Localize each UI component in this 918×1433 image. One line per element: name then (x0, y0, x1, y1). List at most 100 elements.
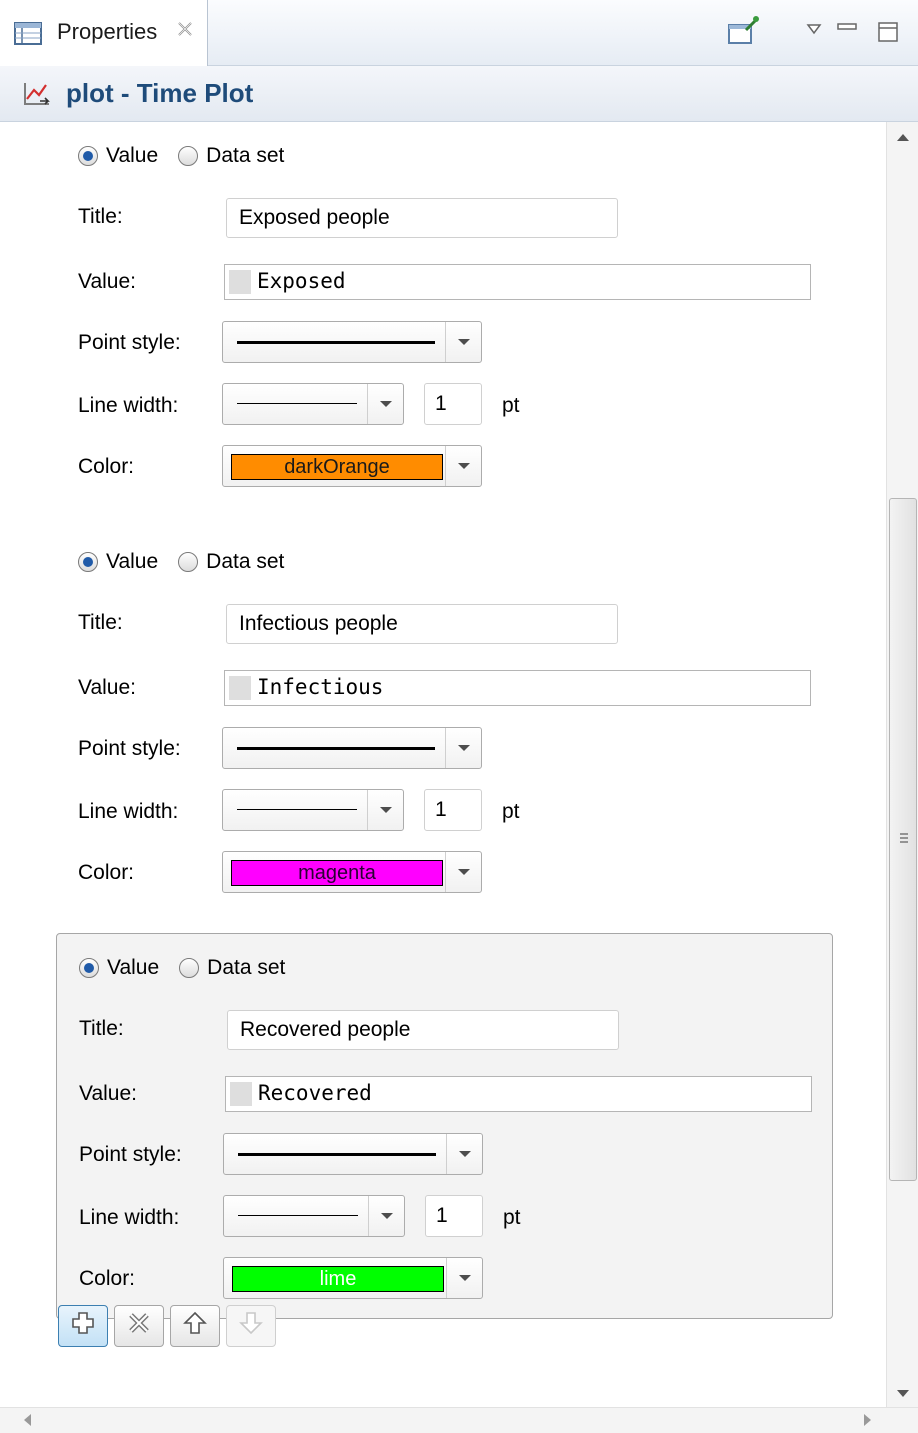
line-width-label: Line width: (78, 800, 179, 823)
line-width-dropdown[interactable] (223, 1195, 405, 1237)
dataset-radio[interactable] (178, 146, 199, 166)
series-item: Value Data set Title: Infectious people … (0, 528, 886, 908)
horizontal-scrollbar[interactable] (0, 1407, 918, 1433)
point-style-label: Point style: (79, 1143, 182, 1166)
dataset-radio-label: Data set (207, 956, 286, 979)
value-label: Value: (78, 676, 136, 699)
chevron-down-icon (445, 322, 481, 362)
chevron-down-icon (445, 446, 481, 486)
line-width-dropdown[interactable] (222, 383, 404, 425)
value-type-indicator (229, 270, 251, 294)
chevron-down-icon (446, 1134, 482, 1174)
point-style-dropdown[interactable] (222, 321, 482, 363)
color-swatch: darkOrange (231, 454, 443, 480)
dataset-radio-label: Data set (206, 550, 285, 573)
title-input[interactable]: Recovered people (227, 1010, 619, 1050)
point-style-dropdown[interactable] (222, 727, 482, 769)
line-width-unit: pt (503, 1206, 521, 1229)
point-style-preview (238, 1153, 436, 1156)
line-width-preview (238, 1215, 358, 1216)
dataset-radio-label: Data set (206, 144, 285, 167)
point-style-preview (237, 341, 435, 344)
close-icon[interactable] (175, 19, 195, 39)
scroll-up-arrow-icon[interactable] (897, 134, 909, 141)
chevron-down-icon (367, 384, 403, 424)
value-radio-label: Value (107, 956, 160, 979)
value-field[interactable]: Exposed (224, 264, 811, 300)
color-dropdown[interactable]: lime (223, 1257, 483, 1299)
line-width-input[interactable]: 1 (424, 789, 482, 831)
point-style-label: Point style: (78, 331, 181, 354)
add-series-button[interactable] (58, 1305, 108, 1347)
chevron-down-icon (445, 852, 481, 892)
scroll-down-arrow-icon[interactable] (897, 1390, 909, 1397)
value-radio-label: Value (106, 144, 159, 167)
line-width-input[interactable]: 1 (424, 383, 482, 425)
time-plot-icon (22, 80, 52, 108)
value-radio-label: Value (106, 550, 159, 573)
value-label: Value: (78, 270, 136, 293)
point-style-preview (237, 747, 435, 750)
value-radio[interactable] (78, 552, 98, 572)
value-expression: Exposed (257, 269, 346, 293)
title-label: Title: (78, 611, 123, 634)
scroll-left-arrow-icon[interactable] (24, 1414, 31, 1426)
point-style-dropdown[interactable] (223, 1133, 483, 1175)
color-label: Color: (78, 861, 135, 884)
remove-icon (126, 1310, 152, 1342)
move-down-button[interactable] (226, 1305, 276, 1347)
chevron-down-icon (367, 790, 403, 830)
value-type-indicator (230, 1082, 252, 1106)
properties-content: Value Data set Title: Exposed people Val… (0, 122, 886, 1407)
grip-icon (900, 833, 908, 843)
source-option-group: Value Data set (78, 548, 304, 576)
minimize-icon[interactable] (832, 14, 866, 48)
value-expression: Infectious (257, 675, 384, 699)
value-label: Value: (79, 1082, 137, 1105)
color-swatch: lime (232, 1266, 444, 1292)
value-expression: Recovered (258, 1081, 372, 1105)
line-width-unit: pt (502, 394, 520, 417)
color-dropdown[interactable]: magenta (222, 851, 482, 893)
scroll-right-arrow-icon[interactable] (864, 1414, 871, 1426)
value-field[interactable]: Recovered (225, 1076, 812, 1112)
maximize-icon[interactable] (872, 14, 906, 48)
move-up-button[interactable] (170, 1305, 220, 1347)
properties-tab[interactable]: Properties (0, 0, 208, 66)
chevron-down-icon (446, 1258, 482, 1298)
title-input[interactable]: Infectious people (226, 604, 618, 644)
value-radio[interactable] (79, 958, 99, 978)
properties-view-icon (14, 22, 48, 46)
color-dropdown[interactable]: darkOrange (222, 445, 482, 487)
add-icon (70, 1310, 96, 1342)
series-item: Value Data set Title: Exposed people Val… (0, 122, 886, 502)
title-input[interactable]: Exposed people (226, 198, 618, 238)
line-width-label: Line width: (78, 394, 179, 417)
value-field[interactable]: Infectious (224, 670, 811, 706)
properties-header: plot - Time Plot (0, 66, 918, 122)
move-down-icon (238, 1310, 264, 1342)
dataset-radio[interactable] (179, 958, 200, 978)
series-item-selected[interactable]: Value Data set Title: Recovered people V… (56, 933, 833, 1319)
value-radio[interactable] (78, 146, 98, 166)
title-label: Title: (78, 205, 123, 228)
move-up-icon (182, 1310, 208, 1342)
line-width-dropdown[interactable] (222, 789, 404, 831)
pin-editor-icon[interactable] (726, 14, 760, 48)
line-width-input[interactable]: 1 (425, 1195, 483, 1237)
source-option-group: Value Data set (78, 142, 304, 170)
line-width-unit: pt (502, 800, 520, 823)
value-type-indicator (229, 676, 251, 700)
vertical-scroll-thumb[interactable] (889, 498, 917, 1181)
color-swatch: magenta (231, 860, 443, 886)
dataset-radio[interactable] (178, 552, 199, 572)
remove-series-button[interactable] (114, 1305, 164, 1347)
view-tab-bar: Properties (0, 0, 918, 66)
line-width-preview (237, 809, 357, 810)
vertical-scrollbar[interactable] (886, 122, 918, 1407)
color-label: Color: (78, 455, 135, 478)
view-menu-icon[interactable] (798, 14, 832, 48)
title-label: Title: (79, 1017, 124, 1040)
line-width-preview (237, 403, 357, 404)
point-style-label: Point style: (78, 737, 181, 760)
